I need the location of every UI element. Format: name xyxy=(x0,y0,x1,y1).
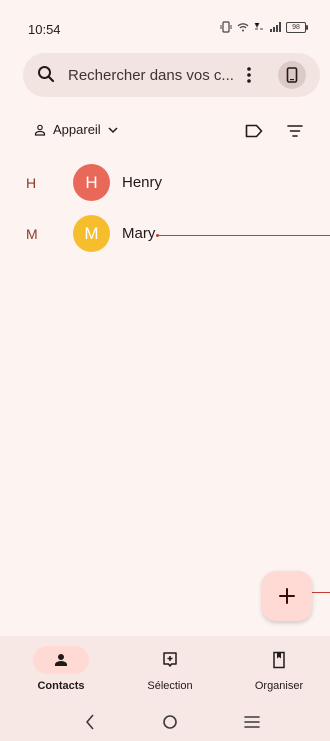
label-icon[interactable] xyxy=(245,124,263,138)
signal-icon xyxy=(270,22,281,32)
annotation-dot xyxy=(156,234,159,237)
person-outline-icon xyxy=(34,124,46,136)
chevron-down-icon xyxy=(108,126,118,133)
status-bar: 10:54 98 xyxy=(0,0,330,44)
contact-name[interactable]: Henry xyxy=(122,174,162,191)
avatar[interactable]: H xyxy=(73,164,110,201)
contact-name[interactable]: Mary xyxy=(122,225,155,242)
phone-icon xyxy=(286,67,298,83)
nav-icon-indicator xyxy=(33,646,89,674)
battery-icon: 98 xyxy=(286,21,308,33)
bottom-nav: Contacts Sélection Organiser xyxy=(0,636,330,704)
nav-label: Organiser xyxy=(254,680,304,692)
nav-label: Contacts xyxy=(37,680,85,692)
recents-icon[interactable] xyxy=(240,712,264,732)
search-bar[interactable]: Rechercher dans vos c... xyxy=(23,53,320,97)
section-letter: H xyxy=(26,175,37,191)
add-contact-button[interactable] xyxy=(262,571,312,621)
wifi-icon xyxy=(237,23,249,32)
bookmark-icon xyxy=(273,651,285,669)
annotation-line xyxy=(312,592,330,593)
back-icon[interactable] xyxy=(78,712,102,732)
contact-row[interactable]: H H Henry xyxy=(0,164,330,204)
filter-row: Appareil xyxy=(0,118,330,146)
volte-icon xyxy=(254,22,263,30)
nav-organize[interactable]: Organiser xyxy=(224,646,330,692)
nav-label: Sélection xyxy=(147,680,193,692)
filter-icon[interactable] xyxy=(287,124,303,138)
plus-icon xyxy=(279,588,295,604)
account-label: Appareil xyxy=(53,122,101,137)
section-letter: M xyxy=(26,226,38,242)
home-icon[interactable] xyxy=(158,712,182,732)
highlight-add-icon xyxy=(163,652,177,667)
nav-icon-indicator xyxy=(251,646,307,674)
more-vert-icon[interactable] xyxy=(242,63,256,87)
device-account-button[interactable] xyxy=(278,61,306,89)
account-selector[interactable]: Appareil xyxy=(34,122,118,137)
system-nav-bar xyxy=(0,704,330,741)
nav-contacts[interactable]: Contacts xyxy=(6,646,116,692)
status-time: 10:54 xyxy=(28,22,61,37)
person-icon xyxy=(55,654,67,666)
vibrate-icon xyxy=(220,21,232,33)
search-input[interactable]: Rechercher dans vos c... xyxy=(68,67,234,84)
annotation-line xyxy=(157,235,330,236)
avatar[interactable]: M xyxy=(73,215,110,252)
nav-selection[interactable]: Sélection xyxy=(115,646,225,692)
nav-icon-indicator xyxy=(142,646,198,674)
search-icon[interactable] xyxy=(37,65,55,83)
status-icons: 98 xyxy=(220,21,308,33)
